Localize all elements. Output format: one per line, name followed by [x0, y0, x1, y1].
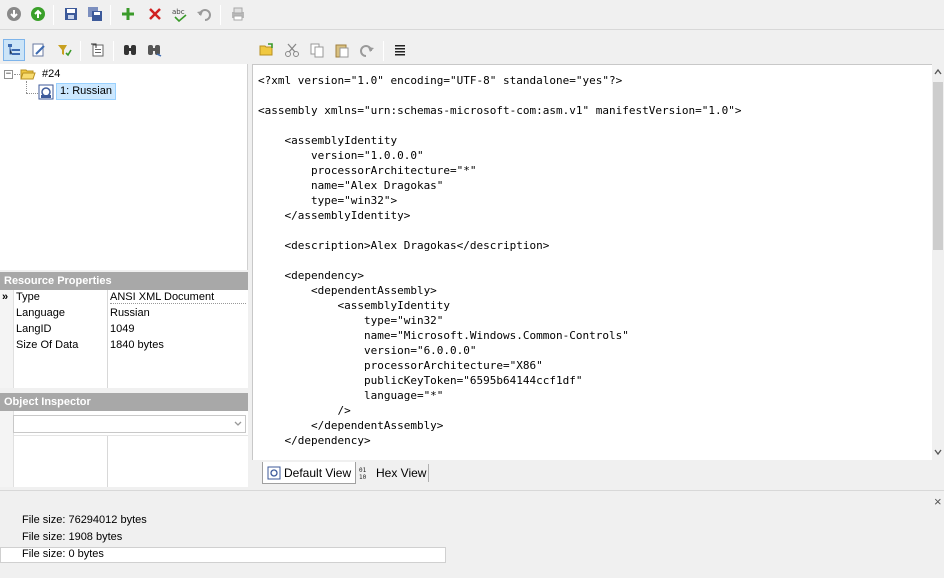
xml-editor[interactable]: <?xml version="1.0" encoding="UTF-8" sta…: [252, 64, 932, 460]
edit-resource-icon[interactable]: [28, 39, 50, 61]
undo-icon[interactable]: [193, 3, 215, 25]
scrollbar-thumb[interactable]: [933, 82, 943, 250]
property-key: Size Of Data: [16, 339, 79, 351]
cut-icon[interactable]: [281, 39, 303, 61]
tree-collapse-toggle[interactable]: −: [4, 70, 13, 79]
add-icon[interactable]: [117, 3, 139, 25]
output-log: [0, 490, 944, 578]
folder-open-icon: [20, 67, 36, 81]
tab-default-view[interactable]: Default View: [262, 462, 357, 484]
property-row[interactable]: Type ANSI XML Document: [0, 290, 248, 306]
property-key: Language: [16, 307, 65, 319]
view-tabs: Default View 01 10 Hex View: [252, 460, 944, 486]
filter-icon[interactable]: [53, 39, 75, 61]
object-inspector-select[interactable]: [13, 415, 246, 433]
svg-text:10: 10: [359, 474, 367, 480]
property-row[interactable]: LangID 1049: [0, 322, 248, 338]
property-key: Type: [16, 291, 40, 303]
print-icon[interactable]: [227, 3, 249, 25]
log-line: File size: 76294012 bytes: [22, 514, 147, 526]
default-view-icon: [267, 466, 281, 480]
log-line: File size: 0 bytes: [22, 548, 104, 560]
import-icon[interactable]: [86, 39, 108, 61]
property-row[interactable]: Language Russian: [0, 306, 248, 322]
tree-view-icon[interactable]: [3, 39, 25, 61]
paste-icon[interactable]: [331, 39, 353, 61]
property-value: Russian: [110, 307, 150, 319]
hex-view-icon: 01 10: [359, 466, 373, 480]
chevron-down-icon: [233, 417, 243, 431]
property-value: ANSI XML Document: [110, 291, 246, 304]
resource-tree[interactable]: − #24 1: Russian: [0, 64, 248, 270]
property-row[interactable]: Size Of Data 1840 bytes: [0, 338, 248, 354]
log-line: File size: 1908 bytes: [22, 531, 123, 543]
tab-label: Default View: [284, 465, 352, 480]
svg-text:abc: abc: [172, 8, 185, 16]
delete-icon[interactable]: [144, 3, 166, 25]
back-icon[interactable]: [3, 3, 25, 25]
xml-code[interactable]: <?xml version="1.0" encoding="UTF-8" sta…: [258, 73, 741, 448]
xml-resource-icon: [38, 84, 54, 100]
property-key: LangID: [16, 323, 52, 335]
save-icon[interactable]: [60, 3, 82, 25]
copy-icon[interactable]: [306, 39, 328, 61]
property-value: 1049: [110, 323, 135, 335]
forward-icon[interactable]: [27, 3, 49, 25]
editor-toolbar: [252, 36, 944, 64]
format-icon[interactable]: [389, 39, 411, 61]
chevron-down-icon[interactable]: [934, 448, 942, 456]
save-all-icon[interactable]: [84, 3, 106, 25]
main-toolbar: abc: [0, 0, 944, 30]
property-value: 1840 bytes: [110, 339, 164, 351]
rename-icon[interactable]: abc: [169, 3, 191, 25]
find-icon[interactable]: [119, 39, 141, 61]
svg-text:01: 01: [359, 467, 367, 474]
tab-hex-view[interactable]: 01 10 Hex View: [355, 462, 430, 484]
open-icon[interactable]: [256, 39, 278, 61]
resource-properties-header: Resource Properties: [0, 272, 248, 290]
tree-node-24[interactable]: #24: [42, 68, 60, 80]
tree-toolbar: [0, 36, 248, 64]
tab-label: Hex View: [376, 466, 427, 480]
close-icon[interactable]: ×: [934, 494, 942, 509]
tree-node-russian[interactable]: 1: Russian: [56, 83, 116, 100]
redo-icon[interactable]: [356, 39, 378, 61]
find-next-icon[interactable]: [143, 39, 165, 61]
chevron-up-icon[interactable]: [934, 68, 942, 76]
object-inspector-header: Object Inspector: [0, 393, 248, 411]
